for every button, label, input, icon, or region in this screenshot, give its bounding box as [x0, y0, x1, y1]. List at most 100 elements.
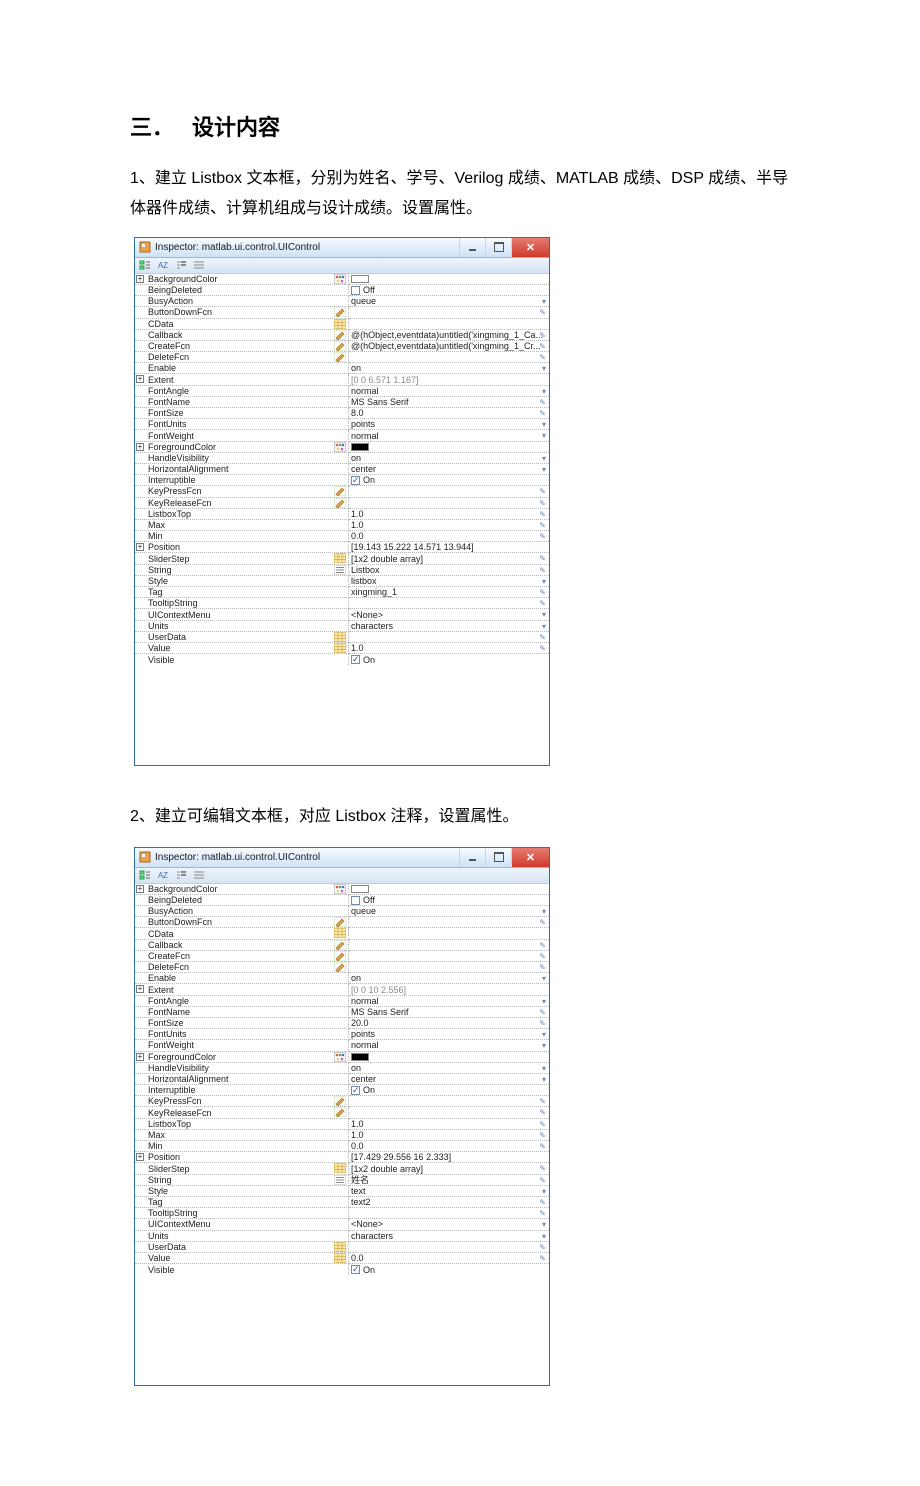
property-name[interactable]: +Position [135, 1152, 349, 1163]
edit-icon[interactable]: ✎ [539, 588, 546, 597]
property-value[interactable] [349, 274, 549, 285]
grid-icon[interactable] [334, 553, 346, 564]
checkbox-icon[interactable] [351, 1265, 360, 1274]
property-value[interactable]: 1.0✎ [349, 1119, 549, 1130]
property-value[interactable]: ✎ [349, 1208, 549, 1219]
pencil-icon[interactable] [334, 486, 346, 497]
property-name[interactable]: UIContextMenu [135, 609, 349, 620]
property-name[interactable]: KeyPressFcn [135, 486, 349, 497]
expand-icon[interactable]: + [136, 543, 144, 551]
edit-icon[interactable]: ✎ [539, 1120, 546, 1129]
toolbar-sort-alpha-icon[interactable]: AZ [155, 258, 171, 272]
property-value[interactable]: ✎ [349, 1096, 549, 1107]
dropdown-icon[interactable]: ▾ [542, 1075, 546, 1084]
checkbox-icon[interactable] [351, 896, 360, 905]
property-value[interactable]: ✎ [349, 962, 549, 973]
pencil-icon[interactable] [334, 498, 346, 509]
property-name[interactable]: Tag [135, 1197, 349, 1208]
property-name[interactable]: FontUnits [135, 419, 349, 430]
property-value[interactable] [349, 1052, 549, 1063]
property-value[interactable]: normal▾ [349, 1040, 549, 1051]
property-name[interactable]: ListboxTop [135, 509, 349, 520]
property-name[interactable]: TooltipString [135, 598, 349, 609]
property-value[interactable]: center▾ [349, 1074, 549, 1085]
checkbox-icon[interactable] [351, 1086, 360, 1095]
dropdown-icon[interactable]: ▾ [542, 997, 546, 1006]
property-name[interactable]: Max [135, 1130, 349, 1141]
grid-icon[interactable] [334, 643, 346, 654]
dropdown-icon[interactable]: ▾ [542, 420, 546, 429]
edit-icon[interactable]: ✎ [539, 1243, 546, 1252]
dropdown-icon[interactable]: ▾ [542, 465, 546, 474]
property-value[interactable]: normal▾ [349, 996, 549, 1007]
property-value[interactable]: ✎ [349, 352, 549, 363]
property-value[interactable]: normal▾ [349, 430, 549, 441]
property-name[interactable]: Units [135, 1231, 349, 1242]
property-name[interactable]: FontWeight [135, 1040, 349, 1051]
dropdown-icon[interactable]: ▾ [542, 1232, 546, 1241]
property-name[interactable]: String [135, 565, 349, 576]
toolbar-sort-cat-icon[interactable] [137, 258, 153, 272]
grid-icon[interactable] [334, 319, 346, 330]
property-name[interactable]: BeingDeleted [135, 895, 349, 906]
dropdown-icon[interactable]: ▾ [542, 577, 546, 586]
expand-icon[interactable]: + [136, 885, 144, 893]
property-name[interactable]: HandleVisibility [135, 453, 349, 464]
property-value[interactable]: On [349, 654, 549, 665]
property-value[interactable]: MS Sans Serif✎ [349, 397, 549, 408]
property-name[interactable]: CreateFcn [135, 951, 349, 962]
property-name[interactable]: FontAngle [135, 386, 349, 397]
minimize-button[interactable] [459, 238, 485, 257]
property-name[interactable]: Callback [135, 940, 349, 951]
edit-icon[interactable]: ✎ [539, 1142, 546, 1151]
property-name[interactable]: KeyReleaseFcn [135, 498, 349, 509]
dropdown-icon[interactable]: ▾ [542, 974, 546, 983]
property-value[interactable]: ✎ [349, 486, 549, 497]
property-value[interactable] [349, 319, 549, 330]
edit-icon[interactable]: ✎ [539, 353, 546, 362]
property-value[interactable]: ✎ [349, 1107, 549, 1118]
edit-icon[interactable]: ✎ [539, 941, 546, 950]
property-name[interactable]: TooltipString [135, 1208, 349, 1219]
property-name[interactable]: SliderStep [135, 553, 349, 564]
property-name[interactable]: FontSize [135, 408, 349, 419]
edit-icon[interactable]: ✎ [539, 398, 546, 407]
property-name[interactable]: CreateFcn [135, 341, 349, 352]
pal-icon[interactable] [334, 274, 346, 285]
pencil-icon[interactable] [334, 962, 346, 973]
property-value[interactable]: @(hObject,eventdata)untitled('xingming_1… [349, 341, 549, 352]
property-name[interactable]: +Extent [135, 984, 349, 995]
dropdown-icon[interactable]: ▾ [542, 1220, 546, 1229]
edit-icon[interactable]: ✎ [539, 532, 546, 541]
dropdown-icon[interactable]: ▾ [542, 454, 546, 463]
grid-icon[interactable] [334, 1163, 346, 1174]
dropdown-icon[interactable]: ▾ [542, 1187, 546, 1196]
property-name[interactable]: Units [135, 621, 349, 632]
property-value[interactable]: [1x2 double array]✎ [349, 1163, 549, 1174]
property-value[interactable]: ✎ [349, 307, 549, 318]
property-value[interactable]: 1.0✎ [349, 643, 549, 654]
property-value[interactable]: 姓名✎ [349, 1175, 549, 1186]
property-name[interactable]: +BackgroundColor [135, 884, 349, 895]
property-value[interactable]: ✎ [349, 940, 549, 951]
property-name[interactable]: Visible [135, 1264, 349, 1275]
edit-icon[interactable]: ✎ [539, 1164, 546, 1173]
property-name[interactable]: HorizontalAlignment [135, 464, 349, 475]
edit-icon[interactable]: ✎ [539, 554, 546, 563]
pencil-icon[interactable] [334, 1107, 346, 1118]
expand-icon[interactable]: + [136, 1053, 144, 1061]
property-name[interactable]: +ForegroundColor [135, 1052, 349, 1063]
property-value[interactable]: ✎ [349, 1242, 549, 1253]
property-name[interactable]: Value [135, 643, 349, 654]
expand-icon[interactable]: + [136, 985, 144, 993]
property-name[interactable]: ButtonDownFcn [135, 307, 349, 318]
edit-icon[interactable]: ✎ [539, 342, 546, 351]
property-value[interactable]: 0.0✎ [349, 531, 549, 542]
property-name[interactable]: +BackgroundColor [135, 274, 349, 285]
pencil-icon[interactable] [334, 1096, 346, 1107]
property-value[interactable]: text▾ [349, 1186, 549, 1197]
checkbox-icon[interactable] [351, 655, 360, 664]
property-value[interactable]: points▾ [349, 1029, 549, 1040]
property-name[interactable]: Enable [135, 973, 349, 984]
property-name[interactable]: Tag [135, 587, 349, 598]
